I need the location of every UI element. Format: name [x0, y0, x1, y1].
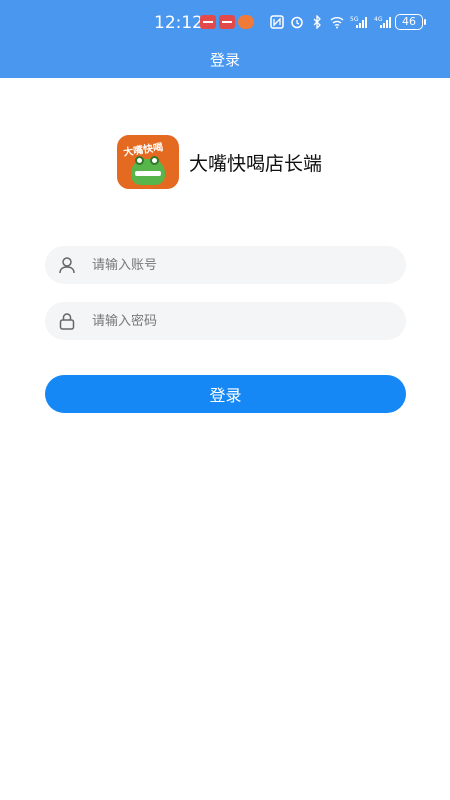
mascot-eye [135, 156, 144, 165]
account-input[interactable] [92, 246, 392, 284]
password-input[interactable] [92, 302, 392, 340]
app-logo: 大嘴快喝 [117, 135, 179, 189]
status-icons: 5G 4G [270, 13, 392, 31]
signal-5g-icon: 5G [350, 16, 367, 28]
status-bar: 12:12 5G 4G 46 [0, 0, 450, 44]
account-field[interactable] [45, 246, 406, 284]
mascot-eye [150, 156, 159, 165]
battery-tip [424, 19, 426, 25]
battery-icon: 46 [395, 14, 423, 30]
brand-block: 大嘴快喝 大嘴快喝店长端 [117, 135, 322, 189]
bluetooth-icon [313, 15, 321, 29]
notification-icon [238, 15, 254, 29]
app-name: 大嘴快喝店长端 [189, 152, 323, 175]
svg-text:5G: 5G [350, 16, 359, 23]
mascot-teeth [135, 171, 161, 176]
lock-icon [59, 313, 75, 330]
svg-text:4G: 4G [374, 16, 383, 23]
password-field[interactable] [45, 302, 406, 340]
alarm-icon [291, 16, 303, 29]
wifi-icon [330, 17, 344, 29]
app-header: 12:12 5G 4G 46 登录 [0, 0, 450, 78]
logo-text: 大嘴快喝 [122, 142, 164, 159]
login-button[interactable]: 登录 [45, 375, 406, 413]
user-icon [59, 257, 75, 274]
page-title: 登录 [209, 51, 240, 69]
status-time: 12:12 [154, 13, 203, 33]
notification-icon [219, 15, 235, 29]
notification-icon [200, 15, 216, 29]
battery-level: 46 [402, 15, 416, 28]
nfc-icon [270, 15, 284, 29]
signal-4g-icon: 4G [374, 16, 391, 28]
